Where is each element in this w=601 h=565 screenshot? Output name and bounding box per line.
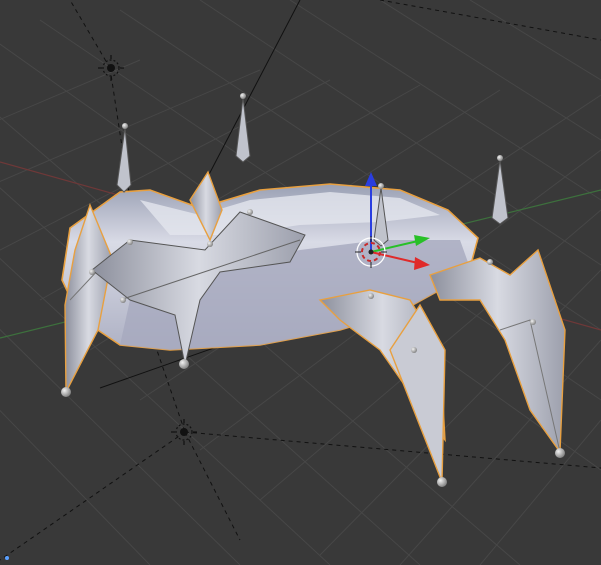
viewport-scene[interactable] [0,0,601,565]
origin-dot [5,556,9,560]
light-lamp-icon-2[interactable] [171,419,197,445]
light-lamp-icon[interactable] [98,55,124,81]
armature-bone[interactable] [116,123,132,193]
spider-leg-back-right[interactable] [429,248,566,455]
3d-viewport[interactable] [0,0,601,565]
